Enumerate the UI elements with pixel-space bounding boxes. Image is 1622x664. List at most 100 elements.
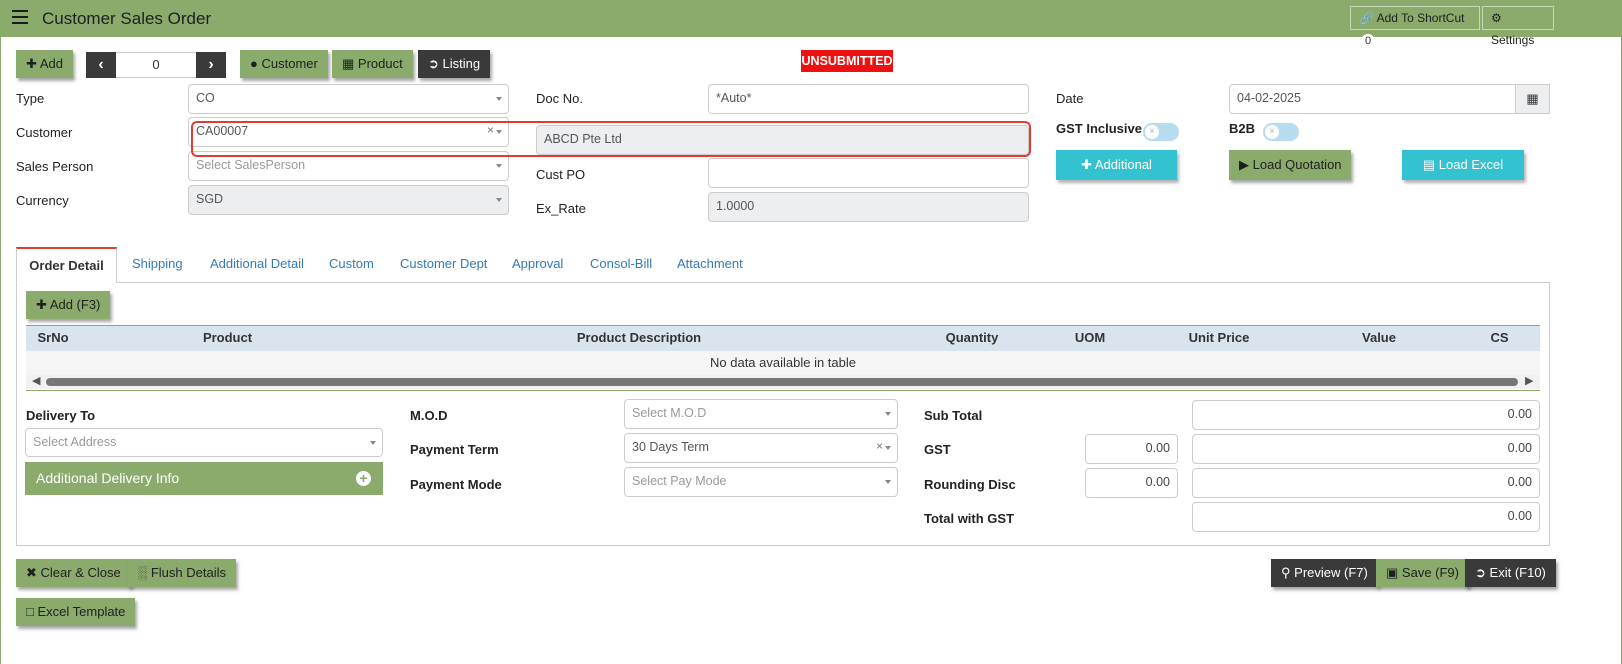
clear-icon[interactable]: × <box>876 439 883 453</box>
close-icon: × <box>1265 125 1279 139</box>
payment-mode-label: Payment Mode <box>410 477 502 492</box>
additional-button[interactable]: ✚ Additional <box>1056 150 1177 180</box>
close-icon: ✖ <box>26 565 37 580</box>
highlight-box <box>191 121 1031 157</box>
user-icon: ● <box>250 56 258 71</box>
ex-rate-label: Ex_Rate <box>536 201 586 216</box>
add-button[interactable]: ✚ Add <box>16 50 73 78</box>
doc-no-input[interactable]: *Auto* <box>708 84 1029 114</box>
preview-button[interactable]: ⚲ Preview (F7) <box>1271 559 1378 587</box>
next-record-button[interactable]: › <box>196 52 226 78</box>
caret-down-icon <box>885 412 891 416</box>
empty-table-message: No data available in table <box>710 355 856 370</box>
table-bottom-divider <box>26 390 1540 391</box>
load-excel-button[interactable]: ▤ Load Excel <box>1402 150 1524 180</box>
total-with-gst-label: Total with GST <box>924 511 1015 526</box>
column-header[interactable]: CS <box>1459 330 1540 348</box>
customer-label: Customer <box>16 125 73 140</box>
payment-mode-select[interactable]: Select Pay Mode <box>624 467 898 497</box>
column-header[interactable]: Unit Price <box>1139 330 1299 348</box>
rounding-disc-label: Rounding Disc <box>924 477 1016 492</box>
cust-po-input[interactable] <box>708 158 1029 188</box>
scrollbar-thumb[interactable] <box>46 378 1518 386</box>
load-quotation-label: Load Quotation <box>1252 157 1342 172</box>
excel-template-button[interactable]: □ Excel Template <box>16 598 136 626</box>
ex-rate-input[interactable]: 1.0000 <box>708 192 1029 222</box>
clear-close-button[interactable]: ✖ Clear & Close <box>16 559 131 587</box>
plus-circle-icon[interactable]: + <box>356 471 371 486</box>
payment-term-select[interactable]: 30 Days Term × <box>624 433 898 463</box>
tab-attachment[interactable]: Attachment <box>677 247 743 283</box>
listing-button[interactable]: ➲ Listing <box>418 50 491 78</box>
gst-inclusive-label: GST Inclusive <box>1056 121 1142 136</box>
flush-details-button[interactable]: ░ Flush Details <box>128 559 236 587</box>
column-header[interactable]: Product <box>80 330 375 348</box>
tab-additional-detail[interactable]: Additional Detail <box>210 247 304 283</box>
gst-inclusive-toggle[interactable]: × <box>1143 123 1179 141</box>
address-select[interactable]: Select Address <box>25 428 383 457</box>
customer-button[interactable]: ● Customer <box>240 50 328 78</box>
additional-delivery-info-panel[interactable]: Additional Delivery Info + <box>25 462 383 495</box>
add-to-shortcut-button[interactable]: 🔗 Add To ShortCut 0 <box>1350 6 1480 48</box>
column-header[interactable]: Value <box>1299 330 1459 348</box>
column-header[interactable]: Product Description <box>375 330 903 348</box>
column-header[interactable]: Quantity <box>903 330 1041 348</box>
tab-shipping[interactable]: Shipping <box>132 247 183 283</box>
product-button[interactable]: ▦ Product <box>332 50 413 78</box>
record-index-input[interactable]: 0 <box>116 52 196 78</box>
total-with-gst-field: 0.00 <box>1192 502 1540 532</box>
product-button-label: Product <box>357 56 403 71</box>
additional-label: Additional <box>1094 157 1152 172</box>
scroll-right-icon[interactable]: ▶ <box>1525 374 1533 387</box>
sales-person-label: Sales Person <box>16 159 94 174</box>
previous-record-button[interactable]: ‹ <box>86 52 116 78</box>
calendar-icon[interactable]: ▦ <box>1515 84 1550 114</box>
exit-button[interactable]: ➲ Exit (F10) <box>1465 559 1556 587</box>
caret-down-icon <box>885 480 891 484</box>
gst-rate-input[interactable]: 0.00 <box>1085 434 1178 464</box>
rounding-disc-input[interactable]: 0.00 <box>1085 468 1178 498</box>
excel-template-label: Excel Template <box>37 604 126 619</box>
type-select[interactable]: CO <box>188 84 509 114</box>
caret-down-icon <box>370 441 376 445</box>
file-excel-icon: ▤ <box>1422 157 1436 172</box>
b2b-toggle[interactable]: × <box>1263 123 1299 141</box>
menu-icon[interactable] <box>12 10 28 24</box>
plus-icon: ✚ <box>1081 157 1092 172</box>
type-value: CO <box>196 91 215 105</box>
date-input[interactable]: 04-02-2025 <box>1229 84 1550 114</box>
column-header[interactable]: UOM <box>1041 330 1139 348</box>
tab-order-detail[interactable]: Order Detail <box>16 247 117 283</box>
plus-icon: ✚ <box>36 297 47 312</box>
preview-label: Preview (F7) <box>1294 565 1368 580</box>
gst-label: GST <box>924 442 951 457</box>
scroll-left-icon[interactable]: ◀ <box>32 374 40 387</box>
caret-down-icon <box>496 198 502 202</box>
settings-button[interactable]: ⚙ Settings <box>1482 6 1554 47</box>
gst-amount-field: 0.00 <box>1192 434 1540 464</box>
save-button[interactable]: ▣ Save (F9) <box>1376 559 1469 587</box>
plus-icon: ✚ <box>26 56 37 71</box>
tab-consol-bill[interactable]: Consol-Bill <box>590 247 652 283</box>
clear-close-label: Clear & Close <box>40 565 121 580</box>
currency-value: SGD <box>196 192 224 206</box>
column-header[interactable]: SrNo <box>26 330 80 348</box>
chevron-right-icon: › <box>208 56 214 73</box>
flush-details-label: Flush Details <box>150 565 226 580</box>
add-line-button[interactable]: ✚ Add (F3) <box>26 291 111 319</box>
currency-select[interactable]: SGD <box>188 185 509 215</box>
sales-person-placeholder: Select SalesPerson <box>196 158 306 172</box>
payment-term-label: Payment Term <box>410 442 499 457</box>
caret-down-icon <box>496 164 502 168</box>
caret-down-icon <box>496 97 502 101</box>
load-excel-label: Load Excel <box>1438 157 1504 172</box>
b2b-label: B2B <box>1229 121 1256 136</box>
tab-custom[interactable]: Custom <box>329 247 374 283</box>
close-icon: × <box>1145 125 1159 139</box>
cubes-icon: ▦ <box>342 56 355 71</box>
tab-customer-dept[interactable]: Customer Dept <box>400 247 487 283</box>
tab-approval[interactable]: Approval <box>512 247 563 283</box>
load-quotation-button[interactable]: ▶ Load Quotation <box>1229 150 1351 180</box>
floppy-disk-icon: ▣ <box>1386 565 1399 580</box>
mod-select[interactable]: Select M.O.D <box>624 399 898 429</box>
